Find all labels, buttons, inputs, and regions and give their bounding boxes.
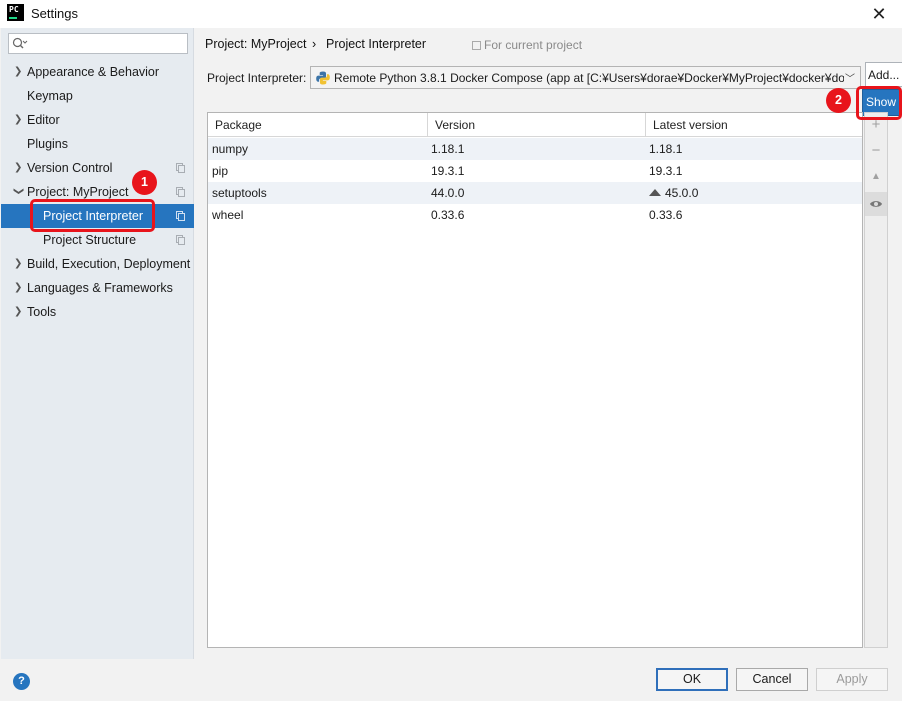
show-early-releases-button[interactable] [865,192,887,216]
table-row[interactable]: wheel 0.33.6 0.33.6 [208,204,862,226]
chevron-right-icon: ❯ [14,306,23,317]
breadcrumb-current: Project Interpreter [326,37,427,51]
add-interpreter-button[interactable]: Add... [865,62,902,87]
package-name: pip [212,164,229,178]
package-version: 1.18.1 [431,142,465,156]
cancel-button[interactable]: Cancel [736,668,808,691]
eye-icon [870,201,882,207]
package-latest-version: 19.3.1 [649,164,683,178]
breadcrumb-parent: Project: MyProject [205,37,307,51]
settings-search-input[interactable] [8,33,188,54]
annotation-badge-1: 1 [132,170,157,195]
upgrade-package-button[interactable]: ▲ [865,165,887,189]
table-row[interactable]: pip 19.3.1 19.3.1 [208,160,862,182]
sidebar-item-label: Languages & Frameworks [27,281,173,295]
close-window-button[interactable]: ✕ [868,3,890,25]
column-header-package[interactable]: Package [208,113,427,137]
sidebar-item-appearance-behavior[interactable]: ❯ Appearance & Behavior [1,60,193,84]
sidebar-item-label: Version Control [27,161,113,175]
chevron-right-icon: ❯ [14,162,23,173]
title-bar [0,0,902,28]
sidebar-item-languages-frameworks[interactable]: ❯ Languages & Frameworks [1,276,193,300]
sidebar-item-label: Plugins [27,137,68,151]
window-title: Settings [31,6,78,21]
scope-hint-label: For current project [484,38,583,52]
package-version: 44.0.0 [431,186,465,200]
pycharm-logo-icon: PC [7,4,24,21]
scope-hint: For current project [472,38,582,52]
chevron-right-icon: ❯ [14,282,23,293]
interpreter-select[interactable]: Remote Python 3.8.1 Docker Compose (app … [310,66,861,89]
package-toolbar: + − ▲ [864,112,888,648]
breadcrumb-separator: › [312,37,317,51]
apply-button[interactable]: Apply [816,668,888,691]
project-scope-icon [176,211,185,221]
chevron-right-icon: ❯ [14,66,23,77]
column-header-version[interactable]: Version [427,113,645,137]
package-latest-version: 45.0.0 [665,186,699,200]
table-row[interactable]: setuptools 44.0.0 45.0.0 [208,182,862,204]
package-version: 0.33.6 [431,208,465,222]
chevron-down-icon: ﹀ [845,74,855,85]
project-scope-icon [176,187,185,197]
sidebar-item-version-control[interactable]: ❯ Version Control [1,156,193,180]
package-table: Package Version Latest version numpy 1.1… [207,112,863,648]
python-icon [316,71,330,85]
search-icon [12,37,28,49]
sidebar-item-keymap[interactable]: Keymap [1,84,193,108]
column-header-latest-version[interactable]: Latest version [645,113,862,137]
sidebar-item-label: Editor [27,113,60,127]
sidebar-item-editor[interactable]: ❯ Editor [1,108,193,132]
package-name: wheel [212,208,244,222]
package-latest-version-cell: 45.0.0 [649,182,698,204]
interpreter-label: Project Interpreter: [207,71,307,85]
package-version: 19.3.1 [431,164,465,178]
package-latest-version: 1.18.1 [649,142,683,156]
package-latest-version: 0.33.6 [649,208,683,222]
sidebar-item-plugins[interactable]: Plugins [1,132,193,156]
project-scope-icon [176,235,185,245]
sidebar-item-label: Tools [27,305,57,319]
annotation-highlight-2 [856,86,902,120]
upgrade-available-icon [649,189,661,196]
package-name: numpy [212,142,249,156]
uninstall-package-button[interactable]: − [865,139,887,163]
project-scope-icon [472,41,481,50]
table-row[interactable]: numpy 1.18.1 1.18.1 [208,138,862,160]
interpreter-select-value: Remote Python 3.8.1 Docker Compose (app … [334,71,844,85]
chevron-right-icon: ❯ [14,258,23,269]
sidebar-item-build-execution-deployment[interactable]: ❯ Build, Execution, Deployment [1,252,193,276]
sidebar-item-label: Keymap [27,89,73,103]
annotation-badge-2: 2 [826,88,851,113]
sidebar-item-label: Appearance & Behavior [27,65,160,79]
sidebar-item-tools[interactable]: ❯ Tools [1,300,193,324]
project-scope-icon [176,163,185,173]
sidebar-item-label: Build, Execution, Deployment [27,257,191,271]
ok-button[interactable]: OK [656,668,728,691]
help-button[interactable]: ? [13,673,30,690]
annotation-highlight-1 [30,199,155,232]
package-name: setuptools [212,186,267,200]
package-table-header: Package Version Latest version [208,113,862,137]
chevron-right-icon: ❯ [14,114,23,125]
